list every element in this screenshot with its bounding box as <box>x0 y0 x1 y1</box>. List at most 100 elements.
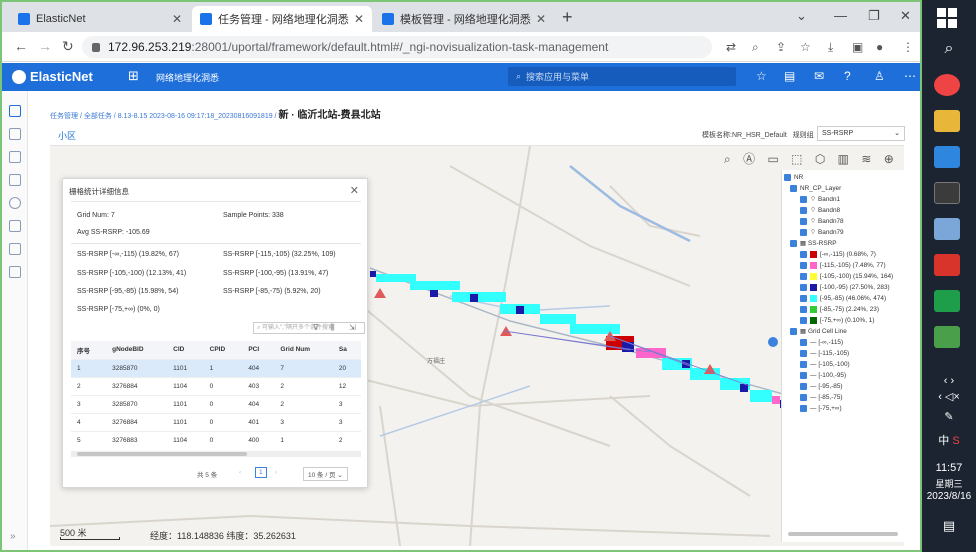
chrome-icon[interactable] <box>934 74 960 96</box>
app-s-icon[interactable] <box>934 290 960 312</box>
column-header[interactable]: CID <box>167 341 204 359</box>
settings-icon[interactable] <box>9 197 21 209</box>
layer-checkbox[interactable] <box>800 250 807 258</box>
menu-search-input[interactable]: ⌕ 搜索应用与菜单 <box>508 67 736 86</box>
terminal-icon[interactable] <box>934 182 960 204</box>
layer-checkbox[interactable] <box>800 393 807 401</box>
close-icon[interactable]: ✕ <box>354 12 364 26</box>
layer-checkbox[interactable] <box>800 272 807 280</box>
url-field[interactable]: 172.96.253.219 :28001/uportal/framework/… <box>82 36 712 58</box>
layer-checkbox[interactable] <box>790 327 797 335</box>
zoom-search-icon[interactable]: ⌕ <box>724 152 731 166</box>
tab-search-icon[interactable]: ⌄ <box>796 8 807 24</box>
table-row[interactable]: 4 3276884 1101 0 401 3 3 <box>71 412 361 431</box>
filter-icon[interactable]: ⊽ <box>313 323 319 332</box>
window-close-icon[interactable]: ✕ <box>900 8 911 24</box>
home-icon[interactable] <box>9 105 21 117</box>
expand-rail-icon[interactable]: » <box>10 531 16 542</box>
photo-app-icon[interactable] <box>934 326 960 348</box>
column-header[interactable]: Sa <box>332 341 361 359</box>
translate-icon[interactable]: ⇄ <box>726 40 736 54</box>
tray-scroll-icon[interactable]: ‹ › <box>922 375 976 387</box>
user-icon[interactable]: ♙ <box>874 69 885 83</box>
table-scrollbar[interactable] <box>71 451 361 457</box>
back-icon[interactable]: ← <box>14 38 28 54</box>
input-method-indicator[interactable]: 中 S <box>922 432 976 448</box>
report-icon[interactable] <box>9 174 21 186</box>
layer-checkbox[interactable] <box>800 195 807 203</box>
layer-checkbox[interactable] <box>800 305 807 313</box>
table-row[interactable]: 5 3276883 1104 0 400 1 2 <box>71 430 361 449</box>
polygon-select-icon[interactable]: ⬡ <box>815 152 825 166</box>
tab-template-management[interactable]: 模板管理 - 网络地理化洞悉 ✕ <box>374 6 554 32</box>
layer-checkbox[interactable] <box>800 283 807 291</box>
volume-icon[interactable]: ‹ ◁× <box>922 390 976 403</box>
rule-group-select[interactable]: SS-RSRP ⌄ <box>817 126 905 141</box>
layers-icon[interactable] <box>9 151 21 163</box>
forward-icon[interactable]: → <box>38 38 52 54</box>
layer-checkbox[interactable] <box>800 217 807 225</box>
app-logo[interactable]: ElasticNet <box>12 69 93 84</box>
scroll-thumb[interactable] <box>77 452 247 456</box>
columns-icon[interactable]: ⫼ <box>331 323 335 333</box>
restore-icon[interactable]: ❐ <box>868 8 880 24</box>
pager-current-page[interactable]: 1 <box>255 467 267 478</box>
layer-checkbox[interactable] <box>800 294 807 302</box>
windows-start-icon[interactable] <box>937 8 957 28</box>
layer-checkbox[interactable] <box>800 338 807 346</box>
help-icon[interactable]: ? <box>844 69 851 83</box>
bookmark-star-icon[interactable]: ☆ <box>800 40 811 54</box>
mail-icon[interactable]: ✉ <box>814 69 824 83</box>
select-icon[interactable]: ⬚ <box>791 152 802 166</box>
close-icon[interactable]: ✕ <box>350 184 359 197</box>
layer-checkbox[interactable] <box>800 371 807 379</box>
layer-checkbox[interactable] <box>800 261 807 269</box>
layer-checkbox[interactable] <box>790 184 797 192</box>
chart-icon[interactable]: ▥ <box>838 152 849 166</box>
table-row[interactable]: 2 3276884 1104 0 403 2 12 <box>71 376 361 395</box>
group-icon[interactable] <box>9 243 21 255</box>
layer-checkbox[interactable] <box>784 173 791 181</box>
layer-checkbox[interactable] <box>790 239 797 247</box>
prev-page-icon[interactable]: ‹ <box>239 469 241 476</box>
next-page-icon[interactable]: › <box>275 469 277 476</box>
breadcrumb-item[interactable]: 全部任务 <box>84 113 112 120</box>
file-explorer-icon[interactable] <box>934 110 960 132</box>
tab-elasticnet[interactable]: ElasticNet ✕ <box>10 6 190 32</box>
column-header[interactable]: gNodeBID <box>106 341 168 359</box>
layer-checkbox[interactable] <box>800 228 807 236</box>
column-header[interactable]: PCI <box>242 341 275 359</box>
page-size-select[interactable]: 10 条 / 页 ⌄ <box>303 467 348 481</box>
layer-checkbox[interactable] <box>800 206 807 214</box>
layer-checkbox[interactable] <box>800 316 807 324</box>
globe-icon[interactable]: ⊕ <box>884 152 894 166</box>
breadcrumb-item[interactable]: 8.13-8.15 2023-08-16 09:17:18_2023081609… <box>118 113 273 120</box>
zoom-icon[interactable]: ⌕ <box>752 40 759 55</box>
minimize-icon[interactable]: — <box>834 8 847 23</box>
download-icon[interactable]: ⤓ <box>828 40 833 55</box>
profile-icon[interactable]: ● <box>876 40 883 54</box>
pen-icon[interactable]: ✎ <box>922 410 976 423</box>
notes-app-icon[interactable] <box>934 218 960 240</box>
export-icon[interactable]: ⇲ <box>349 323 356 332</box>
measure-icon[interactable]: ▭ <box>767 152 778 166</box>
menu-kebab-icon[interactable]: ⋮ <box>902 40 914 54</box>
message-icon[interactable]: ▤ <box>784 69 795 83</box>
layer-panel-scrollbar[interactable] <box>788 532 898 536</box>
table-row[interactable]: 1 3285870 1101 1 404 7 20 <box>71 358 361 377</box>
share-icon[interactable]: ⇪ <box>776 40 786 54</box>
favorite-star-icon[interactable]: ☆ <box>756 69 767 83</box>
column-header[interactable]: 序号 <box>71 341 107 359</box>
breadcrumb-item[interactable]: 任务管理 <box>50 113 78 120</box>
clock-time[interactable]: 11:57 <box>922 462 976 474</box>
notification-center-icon[interactable]: ▤ <box>922 518 976 534</box>
close-icon[interactable]: ✕ <box>536 12 546 26</box>
more-icon[interactable]: ⋯ <box>904 69 916 83</box>
layer-checkbox[interactable] <box>800 382 807 390</box>
new-tab-icon[interactable]: + <box>562 7 573 28</box>
column-header[interactable]: Grid Num <box>274 341 333 359</box>
layer-checkbox[interactable] <box>800 404 807 412</box>
sidepanel-icon[interactable]: ▣ <box>852 40 863 54</box>
filezilla-icon[interactable] <box>934 254 960 276</box>
layer-checkbox[interactable] <box>800 360 807 368</box>
